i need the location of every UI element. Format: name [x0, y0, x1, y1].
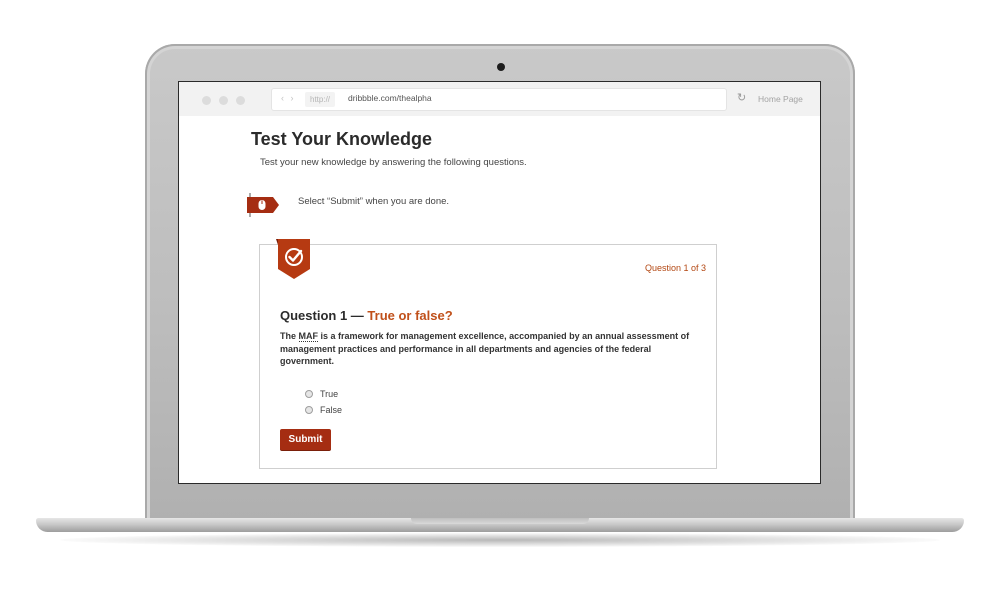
url-protocol: http://: [305, 92, 336, 107]
question-text-prefix: The: [280, 331, 299, 341]
option-label: True: [320, 389, 339, 399]
option-label: False: [320, 405, 343, 415]
url-text[interactable]: dribbble.com/thealpha: [348, 93, 432, 103]
window-maximize-icon[interactable]: [236, 96, 245, 105]
question-number: Question 1 —: [280, 308, 368, 323]
webcam-icon: [497, 63, 505, 71]
question-text-body: is a framework for management excellence…: [280, 331, 690, 366]
instruction-text: Select “Submit” when you are done.: [298, 196, 450, 207]
window-minimize-icon[interactable]: [219, 96, 228, 105]
question-counter: Question 1 of 3: [644, 263, 706, 273]
question-heading: Question 1 — True or false?: [280, 308, 453, 323]
stage: ‹ › http:// dribbble.com/thealpha ↻ Home…: [0, 0, 1000, 603]
checkmark-badge-icon: [276, 239, 310, 279]
option-true[interactable]: True: [305, 388, 338, 400]
radio-true[interactable]: [305, 390, 313, 398]
window-close-icon[interactable]: [202, 96, 211, 105]
browser-toolbar: ‹ › http:// dribbble.com/thealpha ↻ Home…: [179, 82, 820, 116]
question-type: True or false?: [367, 308, 453, 323]
address-bar[interactable]: ‹ › http:// dribbble.com/thealpha: [272, 89, 726, 110]
quiz-card: Question 1 of 3 Question 1 — True or fal…: [259, 239, 717, 469]
laptop-base-notch: [411, 518, 589, 524]
question-text: The MAF is a framework for management ex…: [280, 330, 705, 368]
option-false[interactable]: False: [305, 404, 342, 416]
nav-arrows-icon[interactable]: ‹ ›: [281, 93, 296, 103]
page-subtitle: Test your new knowledge by answering the…: [260, 157, 527, 168]
maf-abbreviation[interactable]: MAF: [298, 331, 319, 342]
page-title: Test Your Knowledge: [251, 129, 433, 149]
home-page-link[interactable]: Home Page: [758, 94, 803, 104]
refresh-icon[interactable]: ↻: [737, 91, 746, 104]
submit-button[interactable]: Submit: [280, 429, 331, 450]
laptop-shadow: [60, 533, 940, 547]
radio-false[interactable]: [305, 406, 313, 414]
mouse-icon: [247, 193, 279, 217]
laptop-screen: ‹ › http:// dribbble.com/thealpha ↻ Home…: [178, 81, 821, 484]
